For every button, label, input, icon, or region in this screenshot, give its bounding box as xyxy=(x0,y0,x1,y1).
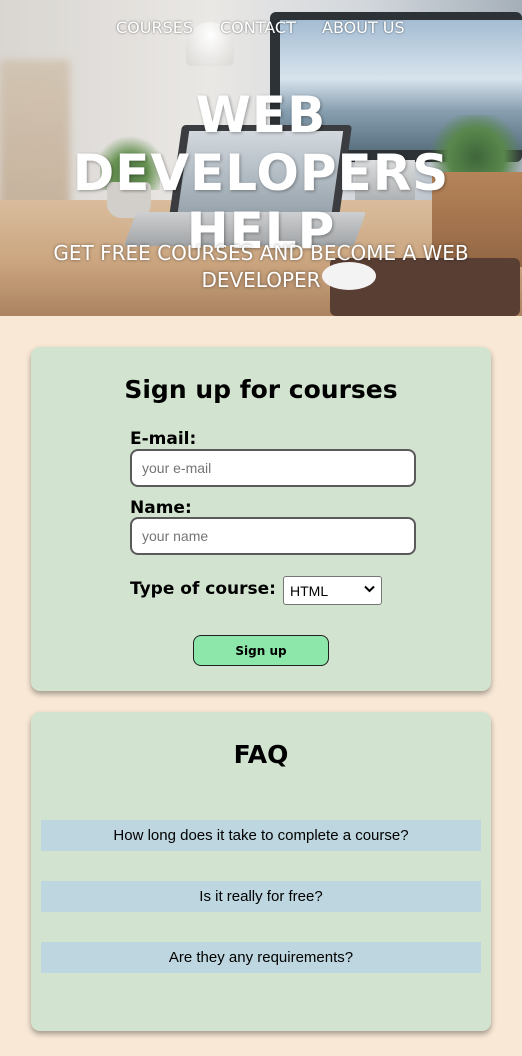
hero-subtitle-line1: GET FREE COURSES AND BECOME A WEB xyxy=(53,241,469,265)
sign-up-button[interactable]: Sign up xyxy=(193,635,329,666)
nav-link-courses[interactable]: COURSES xyxy=(116,18,193,38)
name-field[interactable] xyxy=(130,517,416,555)
faq-question[interactable]: Is it really for free? xyxy=(41,881,481,912)
email-field[interactable] xyxy=(130,449,416,487)
email-label: E-mail: xyxy=(130,429,197,449)
hero-title-line1: WEB DEVELOPERS xyxy=(72,86,450,202)
hero-subtitle: GET FREE COURSES AND BECOME A WEB DEVELO… xyxy=(20,240,502,294)
signup-title: Sign up for courses xyxy=(124,375,398,404)
nav-link-about-us[interactable]: ABOUT US xyxy=(322,18,405,38)
faq-question[interactable]: Are they any requirements? xyxy=(41,942,481,973)
hero-subtitle-line2: DEVELOPER xyxy=(201,268,321,292)
faq-title: FAQ xyxy=(233,740,289,769)
faq-question[interactable]: How long does it take to complete a cour… xyxy=(41,820,481,851)
chevron-down-icon xyxy=(364,585,375,596)
top-navigation: COURSES CONTACT ABOUT US xyxy=(0,18,522,40)
hero-banner: COURSES CONTACT ABOUT US WEB DEVELOPERS … xyxy=(0,0,522,316)
nav-link-contact[interactable]: CONTACT xyxy=(220,18,296,38)
name-label: Name: xyxy=(130,498,192,518)
course-type-label: Type of course: xyxy=(130,579,276,599)
course-type-select[interactable]: HTML xyxy=(283,576,382,605)
signup-card: Sign up for courses E-mail: Name: Type o… xyxy=(31,347,491,691)
hero-title: WEB DEVELOPERS HELP xyxy=(0,86,522,260)
course-type-selected: HTML xyxy=(290,582,329,599)
faq-card: FAQ How long does it take to complete a … xyxy=(31,712,491,1031)
